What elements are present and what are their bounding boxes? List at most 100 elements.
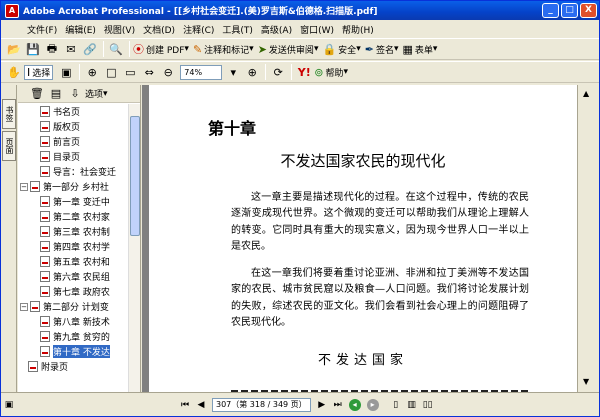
- bookmark-item[interactable]: 第六章 农民组: [18, 269, 129, 284]
- bookmark-item[interactable]: 第七章 政府农: [18, 284, 129, 299]
- maximize-button[interactable]: □: [561, 3, 578, 18]
- bookmark-item[interactable]: 第二章 农村家: [18, 209, 129, 224]
- menu-item[interactable]: 窗口(W): [296, 23, 338, 36]
- menu-item[interactable]: 文档(D): [139, 23, 179, 36]
- section-heading: 不发达国家: [317, 353, 408, 368]
- bookmark-icon: [40, 106, 50, 117]
- bookmark-item[interactable]: 前言页: [18, 134, 129, 149]
- bookmark-item[interactable]: 第三章 农村制: [18, 224, 129, 239]
- rotate-icon[interactable]: ⟳: [269, 63, 287, 81]
- tab-pages[interactable]: 页面: [2, 131, 16, 161]
- window-title: Adobe Acrobat Professional - [[乡村社会变迁].(…: [23, 7, 378, 17]
- bookmark-item[interactable]: 第八章 新技术: [18, 314, 129, 329]
- forms-button[interactable]: ▦ 表单 ▾: [402, 43, 437, 56]
- bookmarks-scrollbar[interactable]: [128, 104, 140, 392]
- zoom-dropdown-icon[interactable]: ▾: [224, 63, 242, 81]
- first-page-icon[interactable]: ⏮: [177, 398, 193, 412]
- scroll-down-icon[interactable]: ▼: [583, 377, 589, 386]
- collapse-icon[interactable]: −: [20, 182, 28, 191]
- bookmark-item[interactable]: − 第二部分 计划变: [18, 299, 129, 314]
- chevron-down-icon: ▾: [103, 88, 108, 99]
- create-pdf-button[interactable]: ⦿ 创建 PDF ▾: [133, 41, 189, 57]
- zoom-in-icon[interactable]: ⊕: [83, 63, 101, 81]
- actual-size-icon[interactable]: □: [102, 63, 120, 81]
- zoom-plus-icon[interactable]: ⊕: [243, 63, 261, 81]
- bookmark-item[interactable]: 书名页: [18, 104, 129, 119]
- single-page-icon[interactable]: ▯: [388, 398, 404, 412]
- bookmark-icon: [40, 121, 50, 132]
- menu-item[interactable]: 帮助(H): [338, 23, 378, 36]
- menu-item[interactable]: 注释(C): [179, 23, 218, 36]
- create-pdf-label: 创建 PDF: [146, 45, 185, 56]
- sign-button[interactable]: ✒ 签名 ▾: [365, 43, 399, 56]
- new-bookmark-icon[interactable]: ▤: [47, 85, 65, 103]
- snapshot-icon[interactable]: ▣: [57, 63, 75, 81]
- print-icon[interactable]: 🖶: [43, 40, 61, 58]
- last-page-icon[interactable]: ⏭: [330, 398, 346, 412]
- continuous-icon[interactable]: ▥: [404, 398, 420, 412]
- bookmark-item[interactable]: 第四章 农村学: [18, 239, 129, 254]
- bookmark-item[interactable]: 附录页: [18, 359, 129, 374]
- yahoo-icon[interactable]: Y!: [295, 63, 313, 81]
- cut-off-text-line: [231, 382, 529, 392]
- fit-width-icon[interactable]: ⇔: [140, 63, 158, 81]
- attach-icon[interactable]: 🔗: [81, 40, 99, 58]
- bookmark-item[interactable]: 目录页: [18, 149, 129, 164]
- send-review-button[interactable]: ➤ 发送供审阅 ▾: [258, 43, 319, 56]
- facing-icon[interactable]: ▯▯: [420, 398, 436, 412]
- help-button[interactable]: ⊚ 帮助 ▾: [314, 66, 348, 79]
- bookmark-item[interactable]: − 第一部分 乡村社: [18, 179, 129, 194]
- open-icon[interactable]: 📂: [5, 40, 23, 58]
- close-button[interactable]: X: [580, 3, 597, 18]
- menu-bar: 文件(F) 编辑(E) 视图(V) 文档(D) 注释(C) 工具(T) 高级(A) 窗口(W)…: [1, 20, 599, 38]
- comment-markup-label: 注释和标记: [204, 45, 250, 56]
- expand-bookmark-icon[interactable]: ⇩: [66, 85, 84, 103]
- comment-icon: ✎: [192, 42, 203, 56]
- comment-markup-button[interactable]: ✎ 注释和标记 ▾: [193, 43, 254, 56]
- delete-bookmark-icon[interactable]: 🗑: [28, 85, 46, 103]
- go-forward-icon[interactable]: ▸: [366, 398, 379, 411]
- menu-item[interactable]: 高级(A): [257, 23, 296, 36]
- hand-tool-icon[interactable]: ✋: [5, 63, 23, 81]
- zoom-out-icon[interactable]: ⊖: [159, 63, 177, 81]
- go-back-icon[interactable]: ◂: [348, 398, 361, 411]
- bookmark-icon: [40, 316, 50, 327]
- zoom-input[interactable]: 74%: [180, 64, 223, 80]
- collapse-icon[interactable]: −: [20, 302, 28, 311]
- bookmark-item[interactable]: 第九章 贫穷的: [18, 329, 129, 344]
- send-review-label: 发送供审阅: [268, 45, 314, 56]
- bookmark-icon: [40, 211, 50, 222]
- menu-item[interactable]: 视图(V): [100, 23, 139, 36]
- secure-button[interactable]: 🔒 安全 ▾: [322, 43, 360, 56]
- bookmark-label: 第四章 农村学: [53, 243, 110, 253]
- options-menu[interactable]: 选项: [85, 87, 103, 100]
- email-icon[interactable]: ✉: [62, 40, 80, 58]
- bookmark-label: 第九章 贫穷的: [53, 333, 110, 343]
- previous-page-icon[interactable]: ◀: [193, 398, 209, 412]
- page-layout-icon[interactable]: ▣: [1, 398, 17, 412]
- document-scrollbar[interactable]: ▲ ▼: [577, 85, 599, 392]
- search-icon[interactable]: 🔍: [107, 40, 125, 58]
- bookmark-item[interactable]: 版权页: [18, 119, 129, 134]
- minimize-button[interactable]: _: [542, 3, 559, 18]
- bookmark-item[interactable]: 第五章 农村和: [18, 254, 129, 269]
- bookmark-item[interactable]: 第十章 不发达: [18, 344, 129, 359]
- menu-item[interactable]: 工具(T): [218, 23, 257, 36]
- help-label: 帮助: [325, 68, 344, 79]
- scroll-thumb[interactable]: [130, 116, 140, 236]
- chapter-title: 不发达国家农民的现代化: [280, 152, 446, 170]
- tab-bookmarks[interactable]: 书签: [2, 99, 16, 129]
- save-icon[interactable]: 💾: [24, 40, 42, 58]
- bookmark-item[interactable]: 第一章 变迁中: [18, 194, 129, 209]
- bookmarks-toolbar: 🗑 ▤ ⇩ 选项 ▾: [18, 85, 140, 103]
- bookmark-item[interactable]: 导言：社会变迁: [18, 164, 129, 179]
- acrobat-icon: A: [5, 3, 19, 18]
- menu-item[interactable]: 编辑(E): [61, 23, 100, 36]
- menu-item[interactable]: 文件(F): [23, 23, 61, 36]
- bookmark-label: 第二部分 计划变: [43, 303, 109, 313]
- select-tool-button[interactable]: I 选择: [24, 64, 54, 80]
- scroll-up-icon[interactable]: ▲: [583, 89, 589, 98]
- fit-page-icon[interactable]: ▭: [121, 63, 139, 81]
- page-number-field[interactable]: 307（第 318 / 349 页）: [212, 397, 311, 412]
- next-page-icon[interactable]: ▶: [314, 398, 330, 412]
